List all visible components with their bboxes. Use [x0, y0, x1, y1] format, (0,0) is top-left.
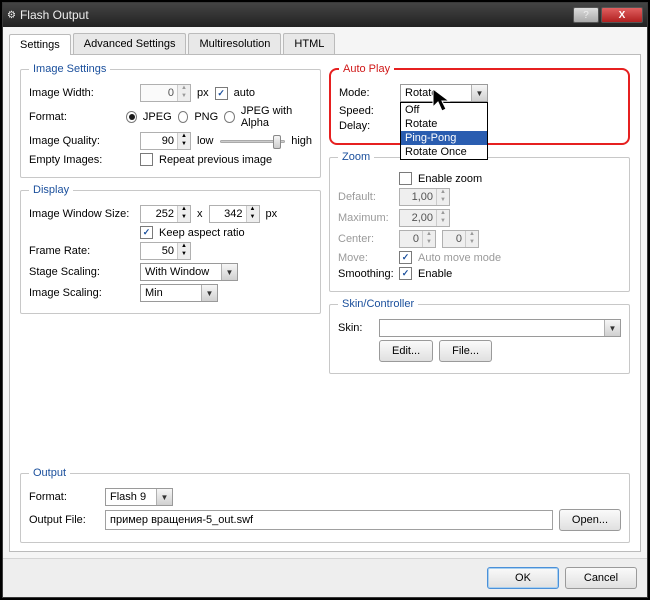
mode-option-off[interactable]: Off	[401, 103, 487, 117]
mode-option-rotateonce[interactable]: Rotate Once	[401, 145, 487, 159]
stagescale-label: Stage Scaling:	[29, 266, 134, 278]
keep-aspect-checkbox[interactable]	[140, 226, 153, 239]
skin-legend: Skin/Controller	[338, 298, 418, 310]
quality-spinner[interactable]: ▲▼	[140, 132, 191, 150]
stagescale-select[interactable]: ▼	[140, 263, 238, 281]
winsize-w-spinner[interactable]: ▲▼	[140, 205, 191, 223]
enable-zoom-checkbox[interactable]	[399, 172, 412, 185]
display-legend: Display	[29, 184, 73, 196]
titlebar[interactable]: ⚙ Flash Output ? X	[3, 3, 647, 27]
output-file-input[interactable]	[105, 510, 553, 530]
empty-images-label: Empty Images:	[29, 154, 134, 166]
winsize-label: Image Window Size:	[29, 208, 134, 220]
window-title: Flash Output	[20, 8, 571, 22]
framerate-spinner[interactable]: ▲▼	[140, 242, 191, 260]
keep-aspect-label: Keep aspect ratio	[159, 227, 245, 239]
automove-label: Auto move mode	[418, 252, 501, 264]
autoplay-legend: Auto Play	[339, 63, 394, 75]
output-format-select[interactable]: ▼	[105, 488, 173, 506]
chevron-down-icon: ▼	[604, 320, 620, 336]
speed-label: Speed:	[339, 105, 394, 117]
zoom-center-label: Center:	[338, 233, 393, 245]
smoothing-checkbox[interactable]	[399, 267, 412, 280]
tab-advanced[interactable]: Advanced Settings	[73, 33, 187, 54]
dialog-footer: OK Cancel	[3, 558, 647, 597]
image-width-label: Image Width:	[29, 87, 134, 99]
display-group: Display Image Window Size: ▲▼ x ▲▼ px Ke…	[20, 184, 321, 314]
zoom-default-label: Default:	[338, 191, 393, 203]
auto-width-checkbox[interactable]	[215, 87, 228, 100]
flash-output-dialog: ⚙ Flash Output ? X Settings Advanced Set…	[2, 2, 648, 598]
enable-zoom-label: Enable zoom	[418, 173, 482, 185]
repeat-prev-checkbox[interactable]	[140, 153, 153, 166]
image-settings-group: Image Settings Image Width: ▲▼ px auto	[20, 63, 321, 178]
imgscale-select[interactable]: ▼	[140, 284, 218, 302]
repeat-label: Repeat previous image	[159, 154, 272, 166]
zoom-cy-spinner: ▲▼	[442, 230, 479, 248]
chevron-down-icon: ▼	[201, 285, 217, 301]
high-label: high	[291, 135, 312, 147]
output-file-label: Output File:	[29, 514, 99, 526]
smoothing-enable-label: Enable	[418, 268, 452, 280]
mode-label: Mode:	[339, 87, 394, 99]
skin-select[interactable]: ▼	[379, 319, 621, 337]
quality-label: Image Quality:	[29, 135, 134, 147]
format-png-radio[interactable]	[178, 111, 189, 123]
px-label: px	[197, 87, 209, 99]
zoom-cx-spinner: ▲▼	[399, 230, 436, 248]
chevron-down-icon: ▼	[156, 489, 172, 505]
smoothing-label: Smoothing:	[338, 268, 393, 280]
open-button[interactable]: Open...	[559, 509, 621, 531]
mode-option-pingpong[interactable]: Ping-Pong	[401, 131, 487, 145]
delay-label: Delay:	[339, 120, 394, 132]
skin-label: Skin:	[338, 322, 373, 334]
tab-html[interactable]: HTML	[283, 33, 335, 54]
help-button[interactable]: ?	[573, 7, 599, 23]
output-format-label: Format:	[29, 491, 99, 503]
image-width-spinner: ▲▼	[140, 84, 191, 102]
output-legend: Output	[29, 467, 70, 479]
chevron-down-icon: ▼	[221, 264, 237, 280]
auto-label: auto	[234, 87, 255, 99]
skin-group: Skin/Controller Skin: ▼ Edit... File...	[329, 298, 630, 374]
tabstrip: Settings Advanced Settings Multiresoluti…	[9, 33, 641, 55]
skin-file-button[interactable]: File...	[439, 340, 492, 362]
image-settings-legend: Image Settings	[29, 63, 110, 75]
mode-select[interactable]: ▼ Off Rotate Ping-Pong Rotate Once	[400, 84, 488, 102]
mode-dropdown[interactable]: Off Rotate Ping-Pong Rotate Once	[400, 102, 488, 160]
autoplay-group: Auto Play Mode: ▼ Off Rotate Ping-Pong	[329, 63, 630, 145]
quality-slider[interactable]	[220, 132, 286, 150]
winsize-h-spinner[interactable]: ▲▼	[209, 205, 260, 223]
app-icon: ⚙	[7, 10, 16, 21]
automove-checkbox	[399, 251, 412, 264]
zoom-default-spinner: ▲▼	[399, 188, 450, 206]
skin-edit-button[interactable]: Edit...	[379, 340, 433, 362]
close-button[interactable]: X	[601, 7, 643, 23]
zoom-max-label: Maximum:	[338, 212, 393, 224]
framerate-label: Frame Rate:	[29, 245, 134, 257]
settings-panel: Image Settings Image Width: ▲▼ px auto	[9, 55, 641, 552]
zoom-legend: Zoom	[338, 151, 374, 163]
output-group: Output Format: ▼ Output File: Open...	[20, 467, 630, 543]
cancel-button[interactable]: Cancel	[565, 567, 637, 589]
format-label: Format:	[29, 111, 120, 123]
format-jpegalpha-radio[interactable]	[224, 111, 235, 123]
tab-multires[interactable]: Multiresolution	[188, 33, 281, 54]
zoom-move-label: Move:	[338, 252, 393, 264]
chevron-down-icon[interactable]: ▼	[471, 85, 487, 101]
imgscale-label: Image Scaling:	[29, 287, 134, 299]
mode-option-rotate[interactable]: Rotate	[401, 117, 487, 131]
low-label: low	[197, 135, 214, 147]
tab-settings[interactable]: Settings	[9, 34, 71, 55]
zoom-max-spinner: ▲▼	[399, 209, 450, 227]
ok-button[interactable]: OK	[487, 567, 559, 589]
zoom-group: Zoom Enable zoom Default: ▲▼ Maximum: ▲▼	[329, 151, 630, 292]
format-jpeg-radio[interactable]	[126, 111, 137, 123]
